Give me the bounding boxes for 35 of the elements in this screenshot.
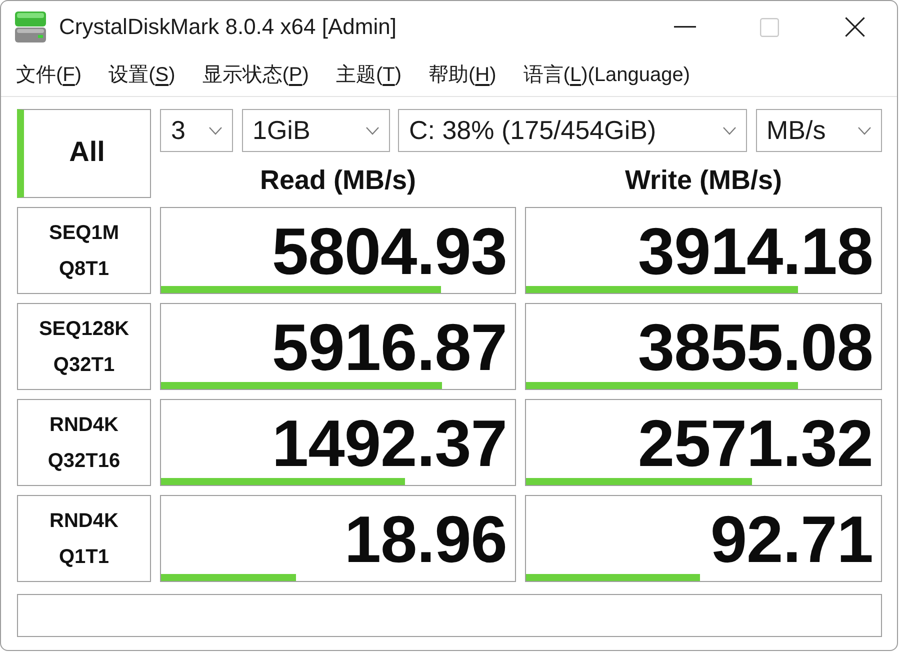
read-speed-value: 5916.87: [272, 314, 507, 380]
menu-item[interactable]: 主题(T): [336, 61, 402, 88]
column-header: Read (MB/s): [258, 164, 417, 197]
write-speed-value: 3855.08: [638, 314, 873, 380]
caret-icon: [209, 126, 222, 134]
unit-dropdown[interactable]: MB/s: [756, 109, 882, 152]
test-button[interactable]: RND4K Q1T1: [17, 495, 151, 582]
read-speed-value: 18.96: [344, 506, 507, 572]
test-button[interactable]: SEQ128K Q32T1: [17, 303, 151, 390]
run-all-button[interactable]: All: [17, 109, 151, 198]
write-speed-value: 92.71: [710, 506, 873, 572]
column-header: Write (MB/s): [624, 164, 783, 197]
read-speed-value: 5804.93: [272, 218, 507, 284]
menu-item[interactable]: 语言(L)(Language): [523, 61, 690, 88]
close-icon: [844, 17, 864, 37]
test-size-dropdown[interactable]: 1GiB: [242, 109, 390, 152]
menu-item[interactable]: 帮助(H): [428, 61, 496, 88]
window-title: CrystalDiskMark 8.0.4 x64 [Admin]: [59, 14, 396, 40]
caret-icon: [366, 126, 378, 134]
write-speed-value: 3914.18: [638, 218, 873, 284]
minimize-icon: [674, 26, 696, 28]
comment-field[interactable]: [17, 594, 882, 637]
write-speed-value: 2571.32: [638, 410, 873, 476]
maximize-icon: [760, 18, 779, 36]
disk-drive-icon: [14, 11, 47, 43]
test-count-dropdown[interactable]: 3: [160, 109, 233, 152]
test-button[interactable]: RND4K Q32T16: [17, 399, 151, 486]
menu-item[interactable]: 设置(S): [108, 61, 176, 88]
test-button[interactable]: SEQ1M Q8T1: [17, 207, 151, 294]
drive-dropdown[interactable]: C: 38% (175/454GiB): [398, 109, 747, 152]
menu-item[interactable]: 显示状态(P): [202, 61, 309, 88]
caret-icon: [723, 126, 736, 134]
menu-item[interactable]: 文件(F): [16, 61, 82, 88]
read-speed-value: 1492.37: [272, 410, 507, 476]
caret-icon: [858, 126, 870, 134]
